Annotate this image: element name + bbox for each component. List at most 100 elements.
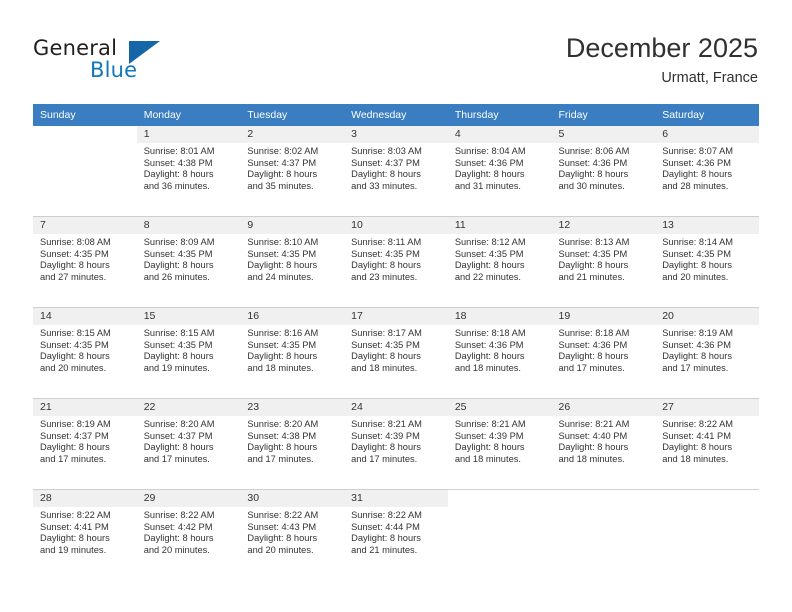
day-detail-line: Daylight: 8 hours	[454, 169, 525, 180]
day-number: 28	[33, 490, 137, 507]
calendar-day-cell[interactable]: 31 Sunrise: 8:22 AM Sunset: 4:44 PM Dayligh…	[344, 489, 448, 580]
day-detail-line: and 19 minutes.	[40, 544, 107, 555]
calendar-day-cell[interactable]: 6 Sunrise: 8:07 AM Sunset: 4:36 PM Daylight…	[655, 126, 759, 217]
day-details: Sunrise: 8:08 AM Sunset: 4:35 PM Daylight:…	[33, 234, 137, 283]
day-detail-line: Daylight: 8 hours	[558, 260, 629, 271]
day-number: 30	[240, 490, 345, 507]
brand-logo[interactable]: General Blue	[33, 36, 213, 86]
calendar-day-cell[interactable]: 23 Sunrise: 8:20 AM Sunset: 4:38 PM Dayligh…	[240, 398, 345, 490]
calendar-day-cell[interactable]: 18 Sunrise: 8:18 AM Sunset: 4:36 PM Dayligh…	[447, 307, 552, 399]
calendar-cell-inner: 4 Sunrise: 8:04 AM Sunset: 4:36 PM Daylight…	[447, 126, 552, 216]
calendar-day-cell[interactable]: 21 Sunrise: 8:19 AM Sunset: 4:37 PM Dayligh…	[33, 398, 137, 490]
day-detail-line: Daylight: 8 hours	[454, 260, 525, 271]
calendar-day-cell[interactable]: 22 Sunrise: 8:20 AM Sunset: 4:37 PM Dayligh…	[136, 398, 241, 490]
day-number: 6	[655, 126, 759, 143]
calendar-cell-inner: 29 Sunrise: 8:22 AM Sunset: 4:42 PM Dayligh…	[136, 490, 241, 580]
calendar-day-cell[interactable]: 7 Sunrise: 8:08 AM Sunset: 4:35 PM Daylight…	[33, 216, 137, 308]
calendar-day-cell[interactable]: 29 Sunrise: 8:22 AM Sunset: 4:42 PM Dayligh…	[136, 489, 241, 580]
calendar-day-cell[interactable]: 24 Sunrise: 8:21 AM Sunset: 4:39 PM Dayligh…	[344, 398, 448, 490]
day-details: Sunrise: 8:22 AM Sunset: 4:43 PM Daylight:…	[240, 507, 344, 556]
brand-name-blue: Blue	[90, 58, 138, 82]
calendar-day-cell[interactable]: 5 Sunrise: 8:06 AM Sunset: 4:36 PM Daylight…	[551, 126, 656, 217]
day-detail-line: Daylight: 8 hours	[454, 351, 525, 362]
day-detail-line: Sunset: 4:41 PM	[40, 521, 109, 532]
calendar-cell-empty	[655, 489, 759, 580]
calendar-cell-inner: 9 Sunrise: 8:10 AM Sunset: 4:35 PM Daylight…	[240, 217, 345, 307]
day-detail-line: Sunset: 4:38 PM	[143, 157, 213, 168]
calendar-cell-inner: 11 Sunrise: 8:12 AM Sunset: 4:35 PM Dayligh…	[447, 217, 552, 307]
calendar-day-cell[interactable]: 11 Sunrise: 8:12 AM Sunset: 4:35 PM Dayligh…	[447, 216, 552, 308]
day-number: 25	[447, 399, 552, 416]
day-number: 5	[551, 126, 656, 143]
day-detail-line: Sunrise: 8:17 AM	[351, 328, 422, 338]
calendar-day-cell[interactable]: 1 Sunrise: 8:01 AM Sunset: 4:38 PM Daylight…	[136, 126, 241, 217]
calendar-day-cell[interactable]: 3 Sunrise: 8:03 AM Sunset: 4:37 PM Daylight…	[344, 126, 448, 217]
day-detail-line: Daylight: 8 hours	[40, 351, 110, 362]
day-detail-line: Sunrise: 8:06 AM	[558, 146, 630, 156]
day-details: Sunrise: 8:15 AM Sunset: 4:35 PM Daylight:…	[33, 325, 137, 374]
calendar-body: 1 Sunrise: 8:01 AM Sunset: 4:38 PM Daylight…	[33, 126, 759, 580]
calendar-day-cell[interactable]: 26 Sunrise: 8:21 AM Sunset: 4:40 PM Dayligh…	[551, 398, 656, 490]
day-detail-line: Daylight: 8 hours	[143, 533, 214, 544]
day-detail-line: Daylight: 8 hours	[143, 351, 214, 362]
day-detail-line: Sunset: 4:36 PM	[454, 157, 524, 168]
calendar-day-cell[interactable]: 25 Sunrise: 8:21 AM Sunset: 4:39 PM Dayligh…	[447, 398, 552, 490]
calendar-day-cell[interactable]: 8 Sunrise: 8:09 AM Sunset: 4:35 PM Daylight…	[136, 216, 241, 308]
page-header: General Blue December 2025 Urmatt, Franc…	[0, 0, 792, 104]
day-detail-line: and 17 minutes.	[40, 453, 107, 464]
day-detail-line: Sunrise: 8:22 AM	[143, 510, 215, 520]
calendar-cell-inner	[552, 490, 656, 580]
day-detail-line: and 18 minutes.	[454, 362, 521, 373]
day-details: Sunrise: 8:16 AM Sunset: 4:35 PM Daylight:…	[240, 325, 344, 374]
day-number: 26	[551, 399, 656, 416]
day-number: 3	[344, 126, 448, 143]
day-number: 27	[655, 399, 759, 416]
calendar-day-cell[interactable]: 17 Sunrise: 8:17 AM Sunset: 4:35 PM Dayligh…	[344, 307, 448, 399]
calendar-cell-inner: 5 Sunrise: 8:06 AM Sunset: 4:36 PM Daylight…	[551, 126, 656, 216]
day-detail-line: Sunrise: 8:22 AM	[40, 510, 111, 520]
calendar-cell-inner: 7 Sunrise: 8:08 AM Sunset: 4:35 PM Daylight…	[33, 217, 137, 307]
calendar-day-cell[interactable]: 2 Sunrise: 8:02 AM Sunset: 4:37 PM Daylight…	[240, 126, 345, 217]
day-details: Sunrise: 8:14 AM Sunset: 4:35 PM Daylight:…	[655, 234, 759, 283]
calendar-day-cell[interactable]: 13 Sunrise: 8:14 AM Sunset: 4:35 PM Dayligh…	[655, 216, 759, 308]
calendar-cell-inner: 28 Sunrise: 8:22 AM Sunset: 4:41 PM Dayligh…	[33, 490, 137, 580]
brand-name-general: General	[33, 36, 118, 60]
day-detail-line: Daylight: 8 hours	[662, 260, 732, 271]
calendar-day-cell[interactable]: 9 Sunrise: 8:10 AM Sunset: 4:35 PM Daylight…	[240, 216, 345, 308]
day-detail-line: Sunrise: 8:13 AM	[558, 237, 630, 247]
day-detail-line: and 19 minutes.	[143, 362, 210, 373]
calendar-cell-inner: 17 Sunrise: 8:17 AM Sunset: 4:35 PM Dayligh…	[344, 308, 448, 398]
calendar-day-cell[interactable]: 20 Sunrise: 8:19 AM Sunset: 4:36 PM Dayligh…	[655, 307, 759, 399]
day-detail-line: Daylight: 8 hours	[247, 533, 318, 544]
day-detail-line: Sunrise: 8:02 AM	[247, 146, 319, 156]
day-details: Sunrise: 8:02 AM Sunset: 4:37 PM Daylight:…	[240, 143, 344, 192]
day-detail-line: and 30 minutes.	[558, 180, 625, 191]
calendar-day-cell[interactable]: 28 Sunrise: 8:22 AM Sunset: 4:41 PM Dayligh…	[33, 489, 137, 580]
calendar-day-cell[interactable]: 14 Sunrise: 8:15 AM Sunset: 4:35 PM Dayligh…	[33, 307, 137, 399]
calendar-day-cell[interactable]: 12 Sunrise: 8:13 AM Sunset: 4:35 PM Dayligh…	[551, 216, 656, 308]
calendar-day-cell[interactable]: 27 Sunrise: 8:22 AM Sunset: 4:41 PM Dayligh…	[655, 398, 759, 490]
day-details: Sunrise: 8:20 AM Sunset: 4:38 PM Daylight:…	[240, 416, 344, 465]
title-block: December 2025 Urmatt, France	[566, 32, 758, 88]
calendar-page: General Blue December 2025 Urmatt, Franc…	[0, 0, 792, 612]
day-detail-line: Sunset: 4:35 PM	[662, 248, 731, 259]
calendar-day-cell[interactable]: 15 Sunrise: 8:15 AM Sunset: 4:35 PM Dayligh…	[136, 307, 241, 399]
calendar-cell-empty	[33, 126, 137, 217]
day-number: 11	[447, 217, 552, 234]
calendar-day-cell[interactable]: 16 Sunrise: 8:16 AM Sunset: 4:35 PM Dayligh…	[240, 307, 345, 399]
calendar-day-cell[interactable]: 10 Sunrise: 8:11 AM Sunset: 4:35 PM Dayligh…	[344, 216, 448, 308]
day-detail-line: and 18 minutes.	[662, 453, 729, 464]
day-number: 4	[447, 126, 552, 143]
day-number: 17	[344, 308, 448, 325]
day-detail-line: Daylight: 8 hours	[40, 260, 110, 271]
calendar-day-cell[interactable]: 19 Sunrise: 8:18 AM Sunset: 4:36 PM Dayligh…	[551, 307, 656, 399]
day-details: Sunrise: 8:19 AM Sunset: 4:37 PM Daylight:…	[33, 416, 137, 465]
day-detail-line: Sunset: 4:35 PM	[40, 248, 109, 259]
day-detail-line: Sunrise: 8:14 AM	[662, 237, 734, 247]
day-details	[448, 507, 552, 510]
day-detail-line: Sunset: 4:36 PM	[662, 339, 731, 350]
calendar-cell-inner: 20 Sunrise: 8:19 AM Sunset: 4:36 PM Dayligh…	[655, 308, 759, 398]
calendar-day-cell[interactable]: 30 Sunrise: 8:22 AM Sunset: 4:43 PM Dayligh…	[240, 489, 345, 580]
day-detail-line: Sunrise: 8:22 AM	[351, 510, 422, 520]
calendar-day-cell[interactable]: 4 Sunrise: 8:04 AM Sunset: 4:36 PM Daylight…	[447, 126, 552, 217]
